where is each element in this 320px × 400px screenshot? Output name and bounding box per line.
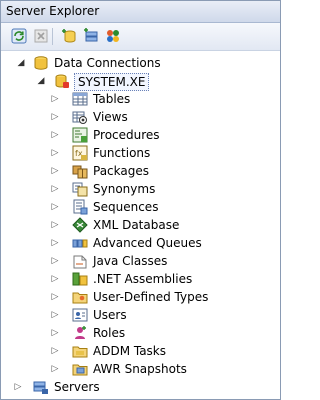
data-connections-icon — [33, 55, 49, 71]
procedures-icon — [72, 127, 88, 143]
database-connection-icon — [54, 73, 70, 89]
tree-node-label: Procedures — [93, 128, 160, 142]
stop-icon — [34, 29, 48, 43]
tree-node-label: Data Connections — [54, 56, 161, 70]
users-icon — [72, 307, 88, 323]
expand-arrow-icon[interactable]: ▷ — [50, 326, 60, 340]
expand-arrow-icon[interactable]: ▷ — [50, 254, 60, 268]
connect-to-database-button[interactable] — [61, 28, 77, 44]
tree-node-sequences[interactable]: ▷ Sequences — [1, 198, 280, 216]
tree-node-label: Functions — [93, 146, 151, 160]
tree-node-roles[interactable]: ▷ Roles — [1, 324, 280, 342]
tree-node-xml-database[interactable]: ▷ XML Database — [1, 216, 280, 234]
expand-arrow-icon[interactable]: ▷ — [50, 290, 60, 304]
awr-snapshots-icon — [72, 361, 88, 377]
tree-node-advanced-queues[interactable]: ▷ Advanced Queues — [1, 234, 280, 252]
tree-node-label: Users — [93, 308, 127, 322]
toolbar — [1, 23, 280, 51]
tree-node-views[interactable]: ▷ Views — [1, 108, 280, 126]
servers-icon — [33, 379, 49, 395]
connect-to-server-button[interactable] — [83, 28, 99, 44]
sharepoint-connection-button[interactable] — [105, 28, 121, 44]
addm-tasks-icon — [72, 343, 88, 359]
roles-icon — [72, 325, 88, 341]
expand-arrow-icon[interactable]: ▷ — [50, 128, 60, 142]
tree-node-net-assemblies[interactable]: ▷ .NET Assemblies — [1, 270, 280, 288]
connect-to-server-icon — [84, 28, 98, 42]
toolbar-separator — [52, 28, 53, 45]
expand-arrow-icon[interactable]: ▷ — [50, 200, 60, 214]
tree-node-label: Views — [93, 110, 128, 124]
packages-icon — [72, 163, 88, 179]
expand-arrow-icon[interactable]: ▷ — [50, 362, 60, 376]
views-icon — [72, 109, 88, 125]
sharepoint-connection-icon — [107, 30, 119, 42]
expand-arrow-icon[interactable]: ▷ — [50, 308, 60, 322]
refresh-button[interactable] — [11, 28, 27, 44]
tree-node-label: Sequences — [93, 200, 159, 214]
title-bar: Server Explorer — [1, 1, 280, 23]
tree-node-packages[interactable]: ▷ Packages — [1, 162, 280, 180]
tree-node-label: AWR Snapshots — [93, 362, 187, 376]
expand-arrow-icon[interactable]: ▷ — [50, 272, 60, 286]
refresh-icon — [11, 28, 27, 44]
tree-node-tables[interactable]: ▷ Tables — [1, 90, 280, 108]
expand-arrow-icon[interactable]: ▷ — [50, 92, 60, 106]
synonyms-icon — [72, 181, 88, 197]
tree-node-users[interactable]: ▷ Users — [1, 306, 280, 324]
tree-node-label: User-Defined Types — [93, 290, 209, 304]
sequences-icon — [72, 199, 88, 215]
tables-icon — [72, 91, 88, 107]
tree-node-label: Servers — [54, 380, 100, 394]
advanced-queues-icon — [72, 235, 88, 251]
tree-node-label: Roles — [93, 326, 126, 340]
server-explorer-window: Server Explorer ◢ Data Connections ◢ SYS… — [0, 0, 281, 400]
collapse-arrow-icon[interactable]: ◢ — [16, 56, 26, 70]
connect-to-database-icon — [62, 29, 76, 43]
expand-arrow-icon[interactable]: ▷ — [50, 110, 60, 124]
window-title: Server Explorer — [6, 4, 100, 18]
server-explorer-tree: ◢ Data Connections ◢ SYSTEM.XE ▷ Tables … — [1, 51, 280, 399]
tree-node-label: SYSTEM.XE — [74, 73, 150, 91]
expand-arrow-icon[interactable]: ▷ — [50, 218, 60, 232]
tree-node-label: Advanced Queues — [93, 236, 202, 250]
tree-node-system-xe[interactable]: ◢ SYSTEM.XE — [1, 72, 280, 91]
tree-node-synonyms[interactable]: ▷ Synonyms — [1, 180, 280, 198]
tree-node-label: Tables — [93, 92, 131, 106]
stop-button[interactable] — [33, 28, 49, 44]
expand-arrow-icon[interactable]: ▷ — [13, 380, 23, 394]
tree-node-label: XML Database — [93, 218, 180, 232]
tree-node-label: Synonyms — [93, 182, 156, 196]
tree-node-label: .NET Assemblies — [93, 272, 193, 286]
tree-node-label: Java Classes — [93, 254, 168, 268]
user-defined-types-icon — [72, 289, 88, 305]
tree-node-data-connections[interactable]: ◢ Data Connections — [1, 54, 280, 72]
tree-node-functions[interactable]: ▷ fx Functions — [1, 144, 280, 162]
net-assemblies-icon — [72, 271, 88, 287]
xml-database-icon — [72, 217, 88, 233]
tree-node-java-classes[interactable]: ▷ Java Classes — [1, 252, 280, 270]
collapse-arrow-icon[interactable]: ◢ — [36, 74, 46, 88]
tree-node-addm-tasks[interactable]: ▷ ADDM Tasks — [1, 342, 280, 360]
tree-node-servers[interactable]: ▷ Servers — [1, 378, 280, 396]
tree-node-label: ADDM Tasks — [93, 344, 167, 358]
expand-arrow-icon[interactable]: ▷ — [50, 164, 60, 178]
functions-icon: fx — [72, 145, 88, 161]
tree-node-label: Packages — [93, 164, 149, 178]
tree-node-user-defined-types[interactable]: ▷ User-Defined Types — [1, 288, 280, 306]
java-classes-icon — [72, 253, 88, 269]
expand-arrow-icon[interactable]: ▷ — [50, 182, 60, 196]
tree-node-awr-snapshots[interactable]: ▷ AWR Snapshots — [1, 360, 280, 378]
expand-arrow-icon[interactable]: ▷ — [50, 236, 60, 250]
expand-arrow-icon[interactable]: ▷ — [50, 344, 60, 358]
tree-node-procedures[interactable]: ▷ Procedures — [1, 126, 280, 144]
expand-arrow-icon[interactable]: ▷ — [50, 146, 60, 160]
